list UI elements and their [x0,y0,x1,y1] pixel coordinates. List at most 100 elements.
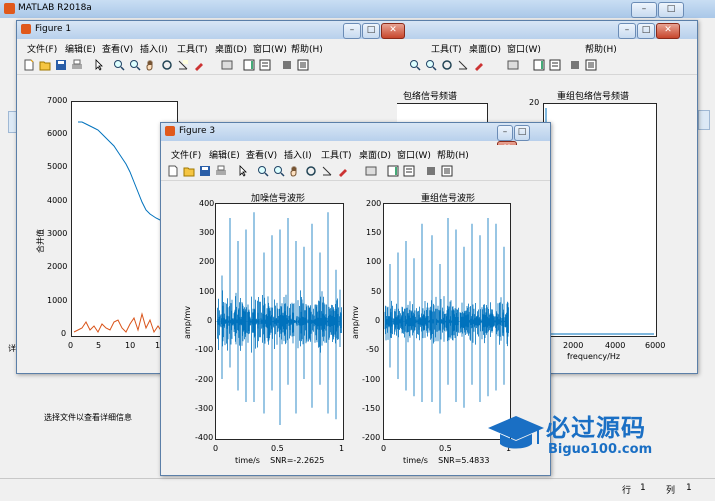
zoom-in-icon[interactable] [113,59,125,71]
f1-right1-title: 包络信号频谱 [403,92,458,102]
f3-right-axes[interactable] [383,203,511,440]
show-tools-icon[interactable] [297,59,309,71]
fig2-menu-tools[interactable]: 工具(T) [431,42,462,55]
fig3-min-button[interactable]: – [497,125,513,141]
menu-view[interactable]: 查看(V) [102,42,133,55]
fig2-menu-window[interactable]: 窗口(W) [507,42,541,55]
fig2-max-button[interactable]: □ [637,23,655,39]
figure1-title-bar: Figure 1 – □ ✕ – □ ✕ [17,21,697,39]
f1-right2-axes[interactable] [543,103,657,337]
f3-left-xlabel: time/s SNR=-2.2625 [235,456,325,465]
f1-right2-plot [545,108,654,335]
waveform-trace [216,212,342,425]
menu-insert[interactable]: 插入(I) [140,42,168,55]
open-folder-icon[interactable] [39,59,51,71]
fig2-show-tools-icon[interactable] [585,59,597,71]
save-icon[interactable] [55,59,67,71]
f3-right-xtick-05: 0.5 [439,444,452,453]
legend-icon[interactable] [259,59,271,71]
fig2-brush-icon[interactable] [473,59,485,71]
rotate-icon[interactable] [161,59,173,71]
menu-file[interactable]: 文件(F) [27,42,57,55]
fig2-menu-help[interactable]: 帮助(H) [585,42,617,55]
fig1-max-button[interactable]: □ [362,23,380,39]
menu-insert[interactable]: 插入(I) [284,148,312,161]
menu-file[interactable]: 文件(F) [171,148,201,161]
menu-window[interactable]: 窗口(W) [397,148,431,161]
fig2-link-icon[interactable] [507,59,519,71]
data-cursor-icon[interactable] [321,165,333,177]
show-tools-icon[interactable] [441,165,453,177]
save-icon[interactable] [199,165,211,177]
brush-icon[interactable] [337,165,349,177]
f3-right-ytick-m200: -200 [362,433,381,442]
menu-tools[interactable]: 工具(T) [177,42,208,55]
pointer-icon[interactable] [237,165,249,177]
pointer-icon[interactable] [93,59,105,71]
print-icon[interactable] [215,165,227,177]
menu-help[interactable]: 帮助(H) [437,148,469,161]
f3-left-ytick-300: 300 [199,228,215,237]
fig2-rotate-icon[interactable] [441,59,453,71]
menu-tools[interactable]: 工具(T) [321,148,352,161]
graduation-cap-icon [488,416,544,449]
f3-right-ytick-0: 0 [375,316,381,325]
new-file-icon[interactable] [23,59,35,71]
fig1-close-button[interactable]: ✕ [381,23,405,39]
menu-window[interactable]: 窗口(W) [253,42,287,55]
rotate-icon[interactable] [305,165,317,177]
zoom-out-icon[interactable] [129,59,141,71]
f1-ytick-0: 0 [61,329,67,338]
figure-icon [165,126,175,136]
matlab-logo-icon [4,3,15,14]
f3-left-axes[interactable] [215,203,344,440]
new-file-icon[interactable] [167,165,179,177]
pan-icon[interactable] [289,165,301,177]
fig2-data-cursor-icon[interactable] [457,59,469,71]
link-icon[interactable] [365,165,377,177]
f1-ytick-6000: 6000 [47,129,68,138]
f1-ytick-7000: 7000 [47,96,68,105]
zoom-in-icon[interactable] [257,165,269,177]
menu-help[interactable]: 帮助(H) [291,42,323,55]
hide-tools-icon[interactable] [281,59,293,71]
hide-tools-icon[interactable] [425,165,437,177]
workspace-tab[interactable] [698,110,710,130]
fig3-max-button[interactable]: □ [514,125,530,141]
zoom-out-icon[interactable] [273,165,285,177]
menu-desktop[interactable]: 桌面(D) [359,148,391,161]
menu-edit[interactable]: 编辑(E) [209,148,240,161]
figure-icon [21,24,31,34]
print-icon[interactable] [71,59,83,71]
fig2-legend-icon[interactable] [549,59,561,71]
f3-left-xtick-1: 1 [339,444,345,453]
fig2-colorbar-icon[interactable] [533,59,545,71]
open-folder-icon[interactable] [183,165,195,177]
link-icon[interactable] [221,59,233,71]
fig2-zoom-in-icon[interactable] [409,59,421,71]
data-cursor-icon[interactable] [177,59,189,71]
legend-icon[interactable] [403,165,415,177]
figure3-title-bar: Figure 3 –□✕ [161,123,550,157]
fig2-zoom-out-icon[interactable] [425,59,437,71]
fig2-hide-tools-icon[interactable] [569,59,581,71]
f3-right-ytick-100: 100 [366,257,382,266]
menu-view[interactable]: 查看(V) [246,148,277,161]
waveform-trace [384,218,509,414]
fig1-min-button[interactable]: – [343,23,361,39]
pan-icon[interactable] [145,59,157,71]
row-value: 1 [640,483,646,493]
fig2-min-button[interactable]: – [618,23,636,39]
fig2-menu-desktop[interactable]: 桌面(D) [469,42,501,55]
menu-desktop[interactable]: 桌面(D) [215,42,247,55]
f3-right-xlabel: time/s SNR=5.4833 [403,456,490,465]
f1-right2-xtick-4000: 4000 [605,341,626,350]
minimize-button[interactable]: – [631,2,657,18]
fig2-close-button[interactable]: ✕ [656,23,680,39]
colorbar-icon[interactable] [243,59,255,71]
colorbar-icon[interactable] [387,165,399,177]
menu-edit[interactable]: 编辑(E) [65,42,96,55]
maximize-button[interactable]: □ [658,2,684,18]
f1-right2-xtick-2000: 2000 [563,341,584,350]
brush-icon[interactable] [193,59,205,71]
